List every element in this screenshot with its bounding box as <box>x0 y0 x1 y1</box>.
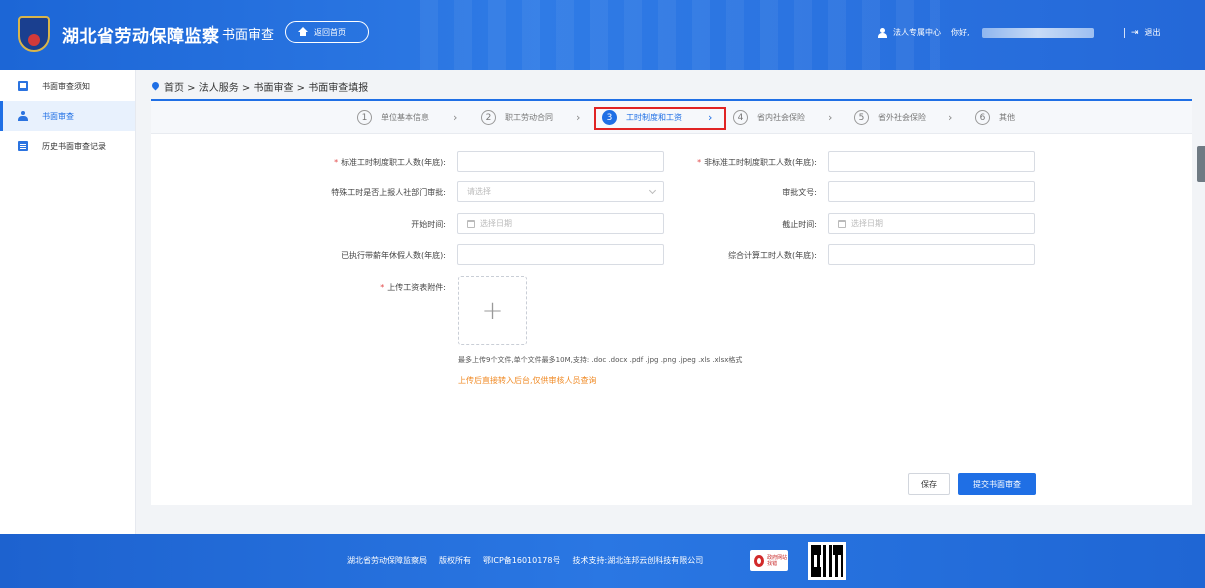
document-icon <box>18 141 28 151</box>
user-area: 法人专属中心 你好, <box>878 27 1094 38</box>
sidebar-item-review-notice[interactable]: 书面审查须知 <box>0 71 135 101</box>
special-approval-label: 特殊工时是否上报人社部门审批: <box>331 188 446 197</box>
chevron-right-icon: › <box>948 111 953 124</box>
footer-org: 湖北省劳动保障监察局 <box>347 556 427 565</box>
step-label: 单位基本信息 <box>381 113 429 122</box>
step-1[interactable]: 1 单位基本信息 <box>357 110 429 125</box>
chevron-right-icon: › <box>453 111 458 124</box>
step-3[interactable]: 3 工时制度和工资 <box>602 110 682 125</box>
sidebar-item-label: 书面审查 <box>42 111 74 121</box>
std-workers-label: * 标准工时制度职工人数(年底): <box>334 158 446 167</box>
sidebar-item-label: 历史书面审查记录 <box>42 141 106 151</box>
end-date-picker[interactable]: 选择日期 <box>828 213 1035 234</box>
footer: 湖北省劳动保障监察局 版权所有 鄂ICP备16010178号 技术支持:湖北连邦… <box>0 534 1205 588</box>
approval-no-label: 审批文号: <box>782 188 817 197</box>
comprehensive-hours-input[interactable] <box>828 244 1035 265</box>
step-2[interactable]: 2 职工劳动合同 <box>481 110 553 125</box>
module-title: 书面审查 <box>222 28 275 43</box>
chevron-right-icon: › <box>708 111 713 124</box>
upload-warning: 上传后直接转入后台,仅供审核人员查询 <box>458 376 597 385</box>
side-drawer-tab[interactable] <box>1197 146 1205 182</box>
submit-review-button[interactable]: 提交书面审查 <box>958 473 1036 495</box>
labor-inspection-emblem-icon <box>18 16 50 52</box>
logout-divider <box>1124 27 1125 38</box>
badge-logo-icon <box>754 554 765 567</box>
back-home-label: 返回首页 <box>314 27 346 37</box>
step-number: 5 <box>854 110 869 125</box>
step-label: 其他 <box>999 113 1015 122</box>
chevron-right-icon: › <box>828 111 833 124</box>
step-label: 省内社会保险 <box>757 113 805 122</box>
step-label: 省外社会保险 <box>878 113 926 122</box>
logout-icon[interactable]: ⇥ <box>1131 28 1139 38</box>
gov-site-error-badge[interactable]: 政府网站找错 <box>750 550 788 571</box>
step-number: 4 <box>733 110 748 125</box>
logout-link[interactable]: 退出 <box>1145 27 1161 38</box>
step-number: 3 <box>602 110 617 125</box>
breadcrumb: 首页 > 法人服务 > 书面审查 > 书面审查填报 <box>152 79 368 94</box>
step-number: 1 <box>357 110 372 125</box>
upload-label: * 上传工资表附件: <box>380 283 446 292</box>
special-approval-placeholder: 请选择 <box>467 187 491 196</box>
qr-code-icon <box>808 542 846 580</box>
step-6[interactable]: 6 其他 <box>975 110 1015 125</box>
step-4[interactable]: 4 省内社会保险 <box>733 110 805 125</box>
user-center-link[interactable]: 法人专属中心 <box>893 27 941 38</box>
site-title: 湖北省劳动保障监察 <box>62 27 220 47</box>
step-label: 职工劳动合同 <box>505 113 553 122</box>
sidebar-item-written-review[interactable]: 书面审查 <box>0 101 135 131</box>
user-icon <box>878 27 889 38</box>
start-time-label: 开始时间: <box>411 220 446 229</box>
person-icon <box>18 111 28 121</box>
logout-area: ⇥ 退出 <box>1124 27 1161 38</box>
footer-text: 湖北省劳动保障监察局 版权所有 鄂ICP备16010178号 技术支持:湖北连邦… <box>347 555 703 566</box>
masked-username <box>981 27 1094 38</box>
start-date-placeholder: 选择日期 <box>480 219 512 228</box>
back-home-button[interactable]: 返回首页 <box>285 21 369 43</box>
footer-rights: 版权所有 <box>439 556 471 565</box>
paid-leave-label: 已执行带薪年休假人数(年底): <box>341 251 446 260</box>
sidebar-item-history[interactable]: 历史书面审查记录 <box>0 131 135 161</box>
home-icon <box>298 27 308 37</box>
location-pin-icon <box>152 82 159 91</box>
end-time-label: 截止时间: <box>782 220 817 229</box>
title-separator: | <box>210 23 216 41</box>
step-bar: 1 单位基本信息 › 2 职工劳动合同 › 3 工时制度和工资 › 4 省内社会… <box>151 101 1192 134</box>
footer-support: 技术支持:湖北连邦云创科技有限公司 <box>572 556 704 565</box>
chevron-right-icon: › <box>576 111 581 124</box>
upload-hint: 最多上传9个文件,单个文件最多10M,支持: .doc .docx .pdf .… <box>458 356 743 364</box>
greeting: 你好, <box>951 28 970 37</box>
step-number: 2 <box>481 110 496 125</box>
upload-dropzone[interactable]: + <box>458 276 527 345</box>
breadcrumb-text: 首页 > 法人服务 > 书面审查 > 书面审查填报 <box>164 83 369 94</box>
save-button[interactable]: 保存 <box>908 473 950 495</box>
end-date-placeholder: 选择日期 <box>851 219 883 228</box>
sidebar: 书面审查须知 书面审查 历史书面审查记录 <box>0 70 136 534</box>
form-card: 1 单位基本信息 › 2 职工劳动合同 › 3 工时制度和工资 › 4 省内社会… <box>151 99 1192 505</box>
badge-text: 政府网站找错 <box>767 554 788 567</box>
calendar-icon <box>467 219 475 228</box>
sidebar-item-label: 书面审查须知 <box>42 81 90 91</box>
plus-icon: + <box>481 295 504 326</box>
top-header: 湖北省劳动保障监察 | 书面审查 返回首页 法人专属中心 你好, ⇥ 退出 <box>0 0 1205 70</box>
step-label: 工时制度和工资 <box>626 113 682 122</box>
step-5[interactable]: 5 省外社会保险 <box>854 110 926 125</box>
nonstd-workers-label: * 非标准工时制度职工人数(年底): <box>697 158 817 167</box>
book-icon <box>18 81 28 91</box>
approval-no-input[interactable] <box>828 181 1035 202</box>
nonstd-workers-input[interactable] <box>828 151 1035 172</box>
calendar-icon <box>838 219 846 228</box>
comprehensive-hours-label: 综合计算工时人数(年底): <box>728 251 817 260</box>
step-number: 6 <box>975 110 990 125</box>
footer-icp[interactable]: 鄂ICP备16010178号 <box>483 555 561 566</box>
